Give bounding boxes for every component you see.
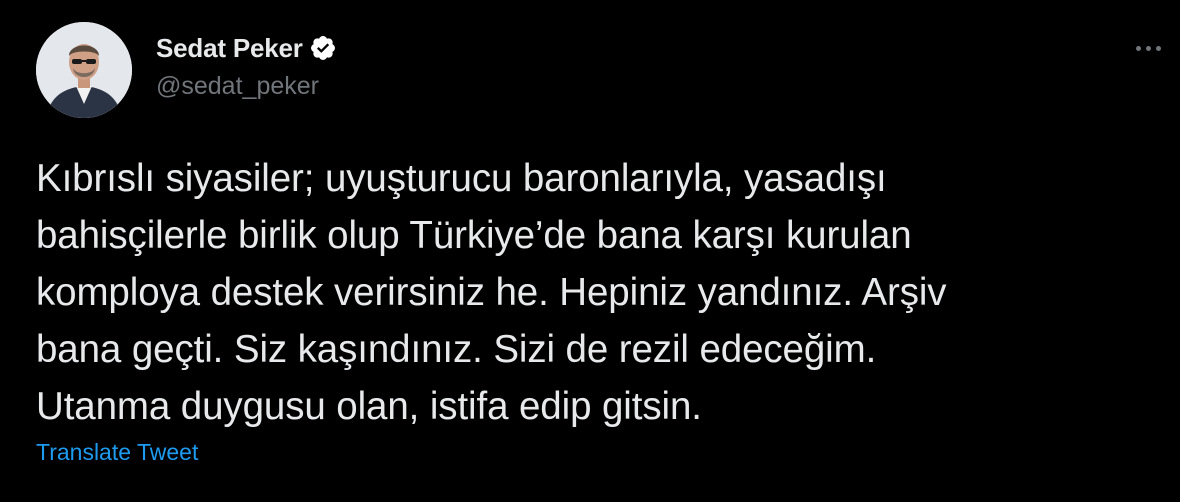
tweet-text-line: Utanma duygusu olan, istifa edip gitsin. bbox=[36, 385, 702, 428]
more-options-button[interactable] bbox=[1130, 36, 1166, 60]
author-handle[interactable]: @sedat_peker bbox=[156, 72, 319, 101]
tweet-text-line: komploya destek verirsiniz he. Hepiniz y… bbox=[36, 271, 947, 314]
tweet-text-line: bana geçti. Siz kaşındınız. Sizi de rezi… bbox=[36, 328, 877, 371]
tweet-text-line: Kıbrıslı siyasiler; uyuşturucu baronları… bbox=[36, 157, 887, 200]
more-dot-icon bbox=[1155, 45, 1161, 51]
tweet-card: Sedat Peker @sedat_peker Kıbrıslı siyasi… bbox=[0, 0, 1180, 502]
avatar[interactable] bbox=[36, 22, 132, 118]
author-name-row[interactable]: Sedat Peker bbox=[156, 30, 337, 66]
tweet-text-line: bahisçilerle birlik olup Türkiye’de bana… bbox=[36, 214, 912, 257]
verified-badge-icon bbox=[309, 34, 337, 62]
tweet-text: Kıbrıslı siyasiler; uyuşturucu baronları… bbox=[36, 150, 1146, 435]
translate-tweet-link[interactable]: Translate Tweet bbox=[36, 439, 198, 466]
more-dot-icon bbox=[1145, 45, 1151, 51]
profile-photo-icon bbox=[36, 22, 132, 118]
more-dot-icon bbox=[1135, 45, 1141, 51]
author-display-name[interactable]: Sedat Peker bbox=[156, 33, 303, 64]
